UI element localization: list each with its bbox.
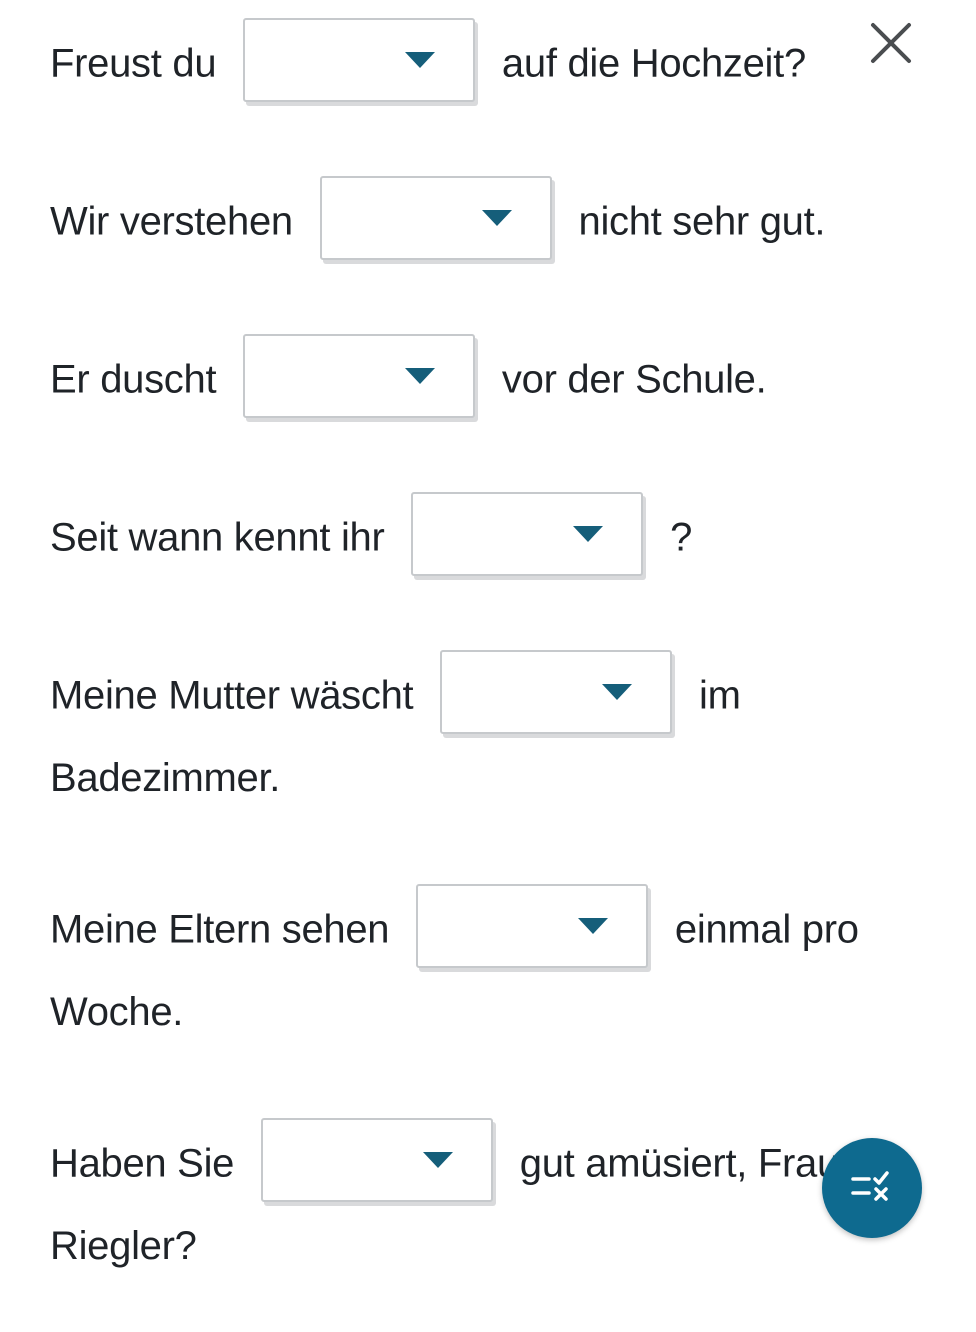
dropdown-blank-0[interactable] (243, 18, 475, 102)
dropdown-blank-1[interactable] (320, 176, 552, 260)
chevron-down-icon (405, 50, 435, 70)
sentence-text-after: vor der Schule. (502, 358, 767, 402)
chevron-down-icon (423, 1150, 453, 1170)
sentence-3: Seit wann kennt ihr ? (50, 498, 916, 582)
sentence-text-before: Seit wann kennt ihr (50, 516, 385, 560)
dropdown-blank-2[interactable] (243, 334, 475, 418)
sentence-text-after: nicht sehr gut. (579, 200, 826, 244)
chevron-down-icon (602, 682, 632, 702)
exercise-area: Freust du auf die Hochzeit? Wir verstehe… (50, 12, 916, 1284)
sentence-text-before: Meine Mutter wäscht (50, 674, 413, 718)
sentence-text-before: Er duscht (50, 358, 216, 402)
dropdown-blank-6[interactable] (261, 1118, 493, 1202)
checklist-icon (851, 1169, 893, 1208)
check-answers-button[interactable] (822, 1138, 922, 1238)
sentence-5: Meine Eltern sehen einmal pro Woche. (50, 890, 916, 1050)
dropdown-blank-5[interactable] (416, 884, 648, 968)
chevron-down-icon (405, 366, 435, 386)
sentence-text-before: Meine Eltern sehen (50, 908, 389, 952)
chevron-down-icon (578, 916, 608, 936)
chevron-down-icon (482, 208, 512, 228)
sentence-text-before: Wir verstehen (50, 200, 293, 244)
sentence-2: Er duscht vor der Schule. (50, 340, 916, 424)
chevron-down-icon (573, 524, 603, 544)
dropdown-blank-4[interactable] (440, 650, 672, 734)
sentence-4: Meine Mutter wäscht im Badezimmer. (50, 656, 916, 816)
dropdown-blank-3[interactable] (411, 492, 643, 576)
sentence-1: Wir verstehen nicht sehr gut. (50, 182, 916, 266)
sentence-text-before: Haben Sie (50, 1142, 234, 1186)
sentence-text-before: Freust du (50, 42, 216, 86)
sentence-6: Haben Sie gut amüsiert, Frau Riegler? (50, 1124, 916, 1284)
sentence-text-after: ? (670, 516, 692, 560)
sentence-text-after: auf die Hochzeit? (502, 42, 806, 86)
sentence-0: Freust du auf die Hochzeit? (50, 24, 916, 108)
